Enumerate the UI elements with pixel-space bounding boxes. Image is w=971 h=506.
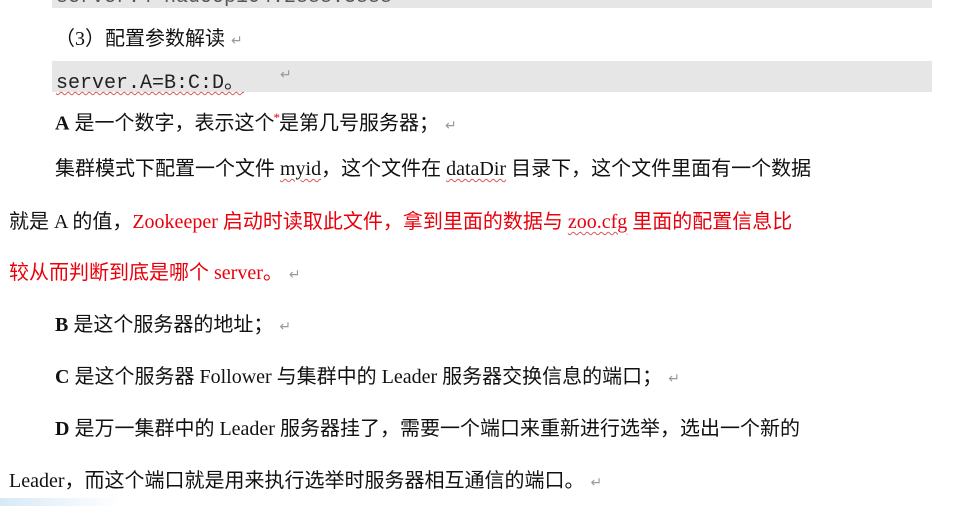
param-a-key: A — [55, 112, 70, 135]
param-c-line: C 是这个服务器 Follower 与集群中的 Leader 服务器交换信息的端… — [55, 363, 680, 393]
param-d-line-2: Leader，而这个端口就是用来执行选举时服务器相互通信的端口。 ↵ — [9, 467, 602, 497]
cluster-line1-pre: 集群模式下配置一个文件 — [55, 158, 280, 180]
cluster-line1-post: 目录下，这个文件里面有一个数据 — [506, 158, 812, 180]
return-mark-icon: ↵ — [444, 117, 457, 134]
cluster-line2-pre: 就是 A 的值， — [9, 211, 133, 233]
param-b-text: 是这个服务器的地址； — [68, 314, 274, 336]
param-d-text-1: 是万一集群中的 Leader 服务器挂了，需要一个端口来重新进行选举，选出一个新… — [69, 418, 800, 440]
return-mark-icon: ↵ — [288, 267, 301, 283]
param-a-text-rest: 是第几号服务器； — [278, 112, 439, 135]
return-mark-icon: ↵ — [668, 371, 680, 387]
cluster-line2-red-post: 里面的配置信息比 — [627, 211, 793, 233]
code-block: server.A=B:C:D。 ↵ — [52, 61, 932, 95]
param-d-line-1: D 是万一集群中的 Leader 服务器挂了，需要一个端口来重新进行选举，选出一… — [55, 415, 800, 443]
cluster-line3-red: 较从而判断到底是哪个 server。 — [9, 262, 283, 284]
cluster-para-line-3: 较从而判断到底是哪个 server。 ↵ — [9, 259, 301, 289]
section-heading: （3）配置参数解读 ↵ — [55, 22, 243, 51]
param-b-key: B — [55, 314, 69, 336]
myid-term: myid — [280, 158, 322, 180]
param-d-text-2: Leader，而这个端口就是用来执行选举时服务器相互通信的端口。 — [9, 470, 585, 492]
param-a-text: 是一个数字，表示这个 — [69, 112, 275, 135]
return-mark-icon: ↵ — [280, 67, 292, 83]
cluster-para-line-1: 集群模式下配置一个文件 myid，这个文件在 dataDir 目录下，这个文件里… — [55, 155, 811, 183]
bottom-decoration — [0, 498, 120, 506]
param-c-text: 是这个服务器 Follower 与集群中的 Leader 服务器交换信息的端口； — [69, 366, 663, 388]
cluster-para-line-2: 就是 A 的值，Zookeeper 启动时读取此文件，拿到里面的数据与 zoo.… — [9, 208, 792, 236]
return-mark-icon: ↵ — [590, 475, 603, 491]
param-a-line: A 是一个数字，表示这个*是第几号服务器； ↵ — [55, 104, 457, 140]
param-c-key: C — [55, 366, 70, 388]
param-b-line: B 是这个服务器的地址； ↵ — [55, 311, 291, 341]
top-code-text: server.4=hadoop104:2888:3888 — [56, 0, 392, 8]
cluster-line2-red-pre: Zookeeper 启动时读取此文件，拿到里面的数据与 — [132, 211, 568, 233]
heading-text: （3）配置参数解读 — [55, 28, 225, 50]
zoocfg-term: zoo.cfg — [567, 211, 628, 233]
top-code-block-partial: server.4=hadoop104:2888:3888 — [52, 0, 932, 8]
cluster-line1-mid: ，这个文件在 — [321, 158, 447, 180]
datadir-term: dataDir — [446, 158, 507, 180]
document-page: server.4=hadoop104:2888:3888 （3）配置参数解读↵ … — [0, 0, 971, 506]
return-mark-icon: ↵ — [231, 33, 243, 49]
param-d-key: D — [55, 418, 70, 440]
return-mark-icon: ↵ — [279, 319, 292, 335]
code-text: server.A=B:C:D。 — [56, 72, 245, 95]
